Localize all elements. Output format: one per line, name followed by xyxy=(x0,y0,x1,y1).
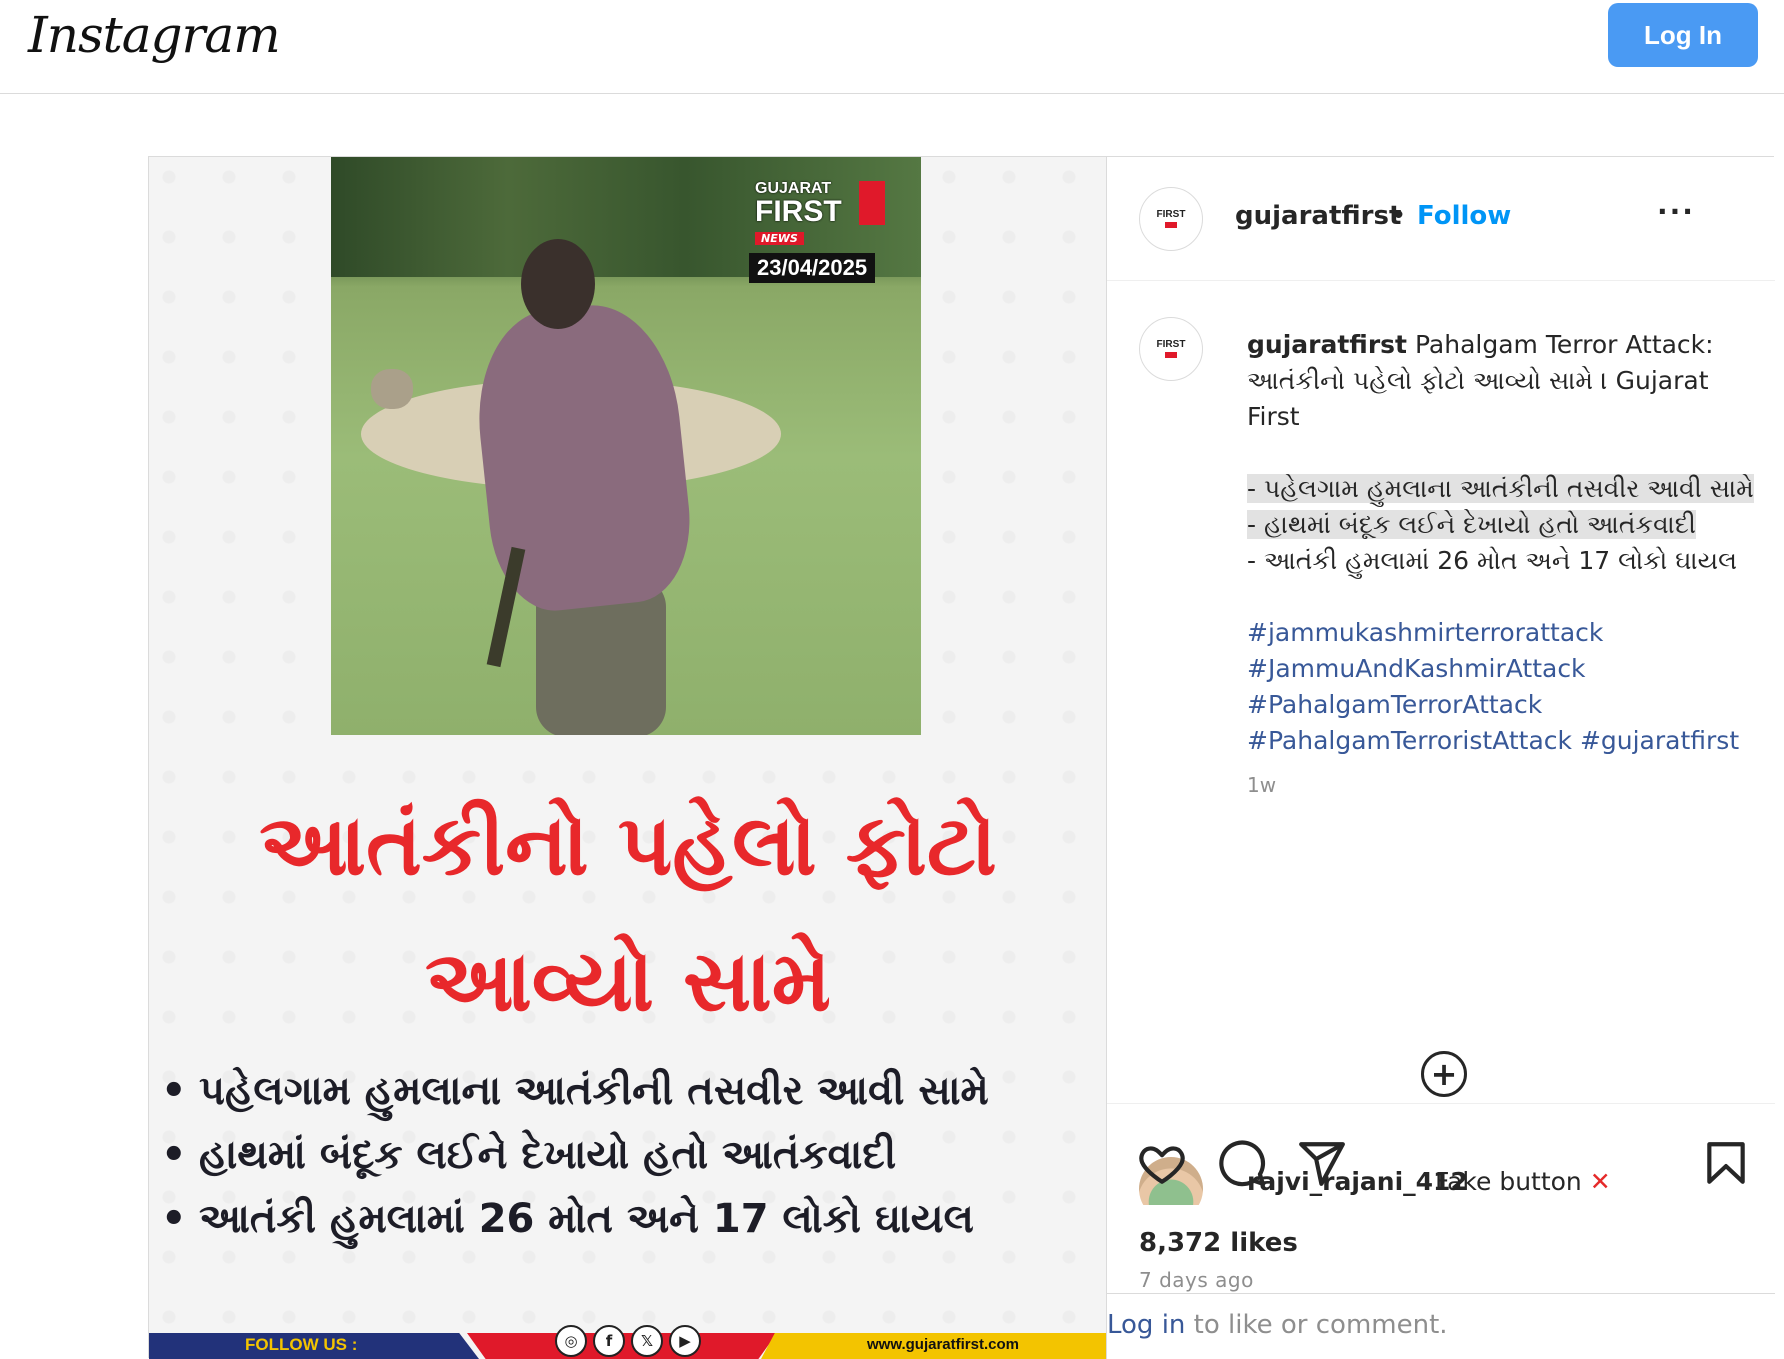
caption-area: FIRST gujaratfirst Pahalgam Terror Attack… xyxy=(1107,281,1775,1205)
avatar[interactable]: FIRST xyxy=(1139,187,1203,251)
add-icon[interactable]: + xyxy=(1421,1051,1467,1097)
heart-icon[interactable] xyxy=(1137,1138,1187,1188)
login-link[interactable]: Log in xyxy=(1107,1310,1185,1340)
photo-rock xyxy=(371,369,413,409)
headline-line-2: આવ્યો સામે xyxy=(424,932,832,1030)
post-photo: GUJARAT FIRST NEWS 23/04/2025 xyxy=(331,157,921,735)
photo-person-head xyxy=(521,239,595,329)
brand-logo: GUJARAT FIRST NEWS xyxy=(755,181,885,251)
caption-line: - આતંકી હુમલામાં 26 મોત અને 17 લોકો ઘાયલ xyxy=(1247,546,1737,575)
follow-button[interactable]: Follow xyxy=(1417,201,1511,231)
hashtag-link[interactable]: #jammukashmirterrorattack xyxy=(1247,615,1757,651)
post-side-panel: FIRST gujaratfirst • Follow ··· FIRST gu… xyxy=(1107,157,1775,1359)
instagram-logo[interactable]: Instagram xyxy=(28,6,281,64)
instagram-icon: ◎ xyxy=(555,1325,587,1357)
youtube-icon: ▶ xyxy=(669,1325,701,1357)
caption-line: - હાથમાં બંદૂક લઈને દેખાયો હતો આતંકવાદી xyxy=(1247,510,1696,539)
post-actions: 8,372 likes 7 days ago xyxy=(1107,1103,1775,1293)
caption-line: - પહેલગામ હુમલાના આતંકીની તસવીર આવી સામે xyxy=(1247,474,1754,503)
hashtag-list: #jammukashmirterrorattack #JammuAndKashm… xyxy=(1247,615,1757,759)
comment-icon[interactable] xyxy=(1217,1138,1267,1188)
more-icon[interactable]: ··· xyxy=(1651,195,1701,228)
media-footer-band: FOLLOW US : ◎ f 𝕏 ▶ www.gujaratfirst.com xyxy=(149,1325,1106,1359)
hashtag-link[interactable]: #PahalgamTerroristAttack xyxy=(1247,726,1572,755)
photo-person-body xyxy=(467,297,699,617)
caption-avatar[interactable]: FIRST xyxy=(1139,317,1203,381)
hashtag-link[interactable]: #gujaratfirst xyxy=(1580,726,1739,755)
bookmark-icon[interactable] xyxy=(1701,1138,1751,1188)
login-button[interactable]: Log In xyxy=(1608,3,1758,67)
login-prompt: Log in to like or comment. xyxy=(1107,1293,1775,1359)
separator-dot: • xyxy=(1391,201,1407,231)
media-bullet: આતંકી હુમલામાં 26 મોત અને 17 લોકો ઘાયલ xyxy=(159,1187,1105,1251)
caption: gujaratfirst Pahalgam Terror Attack: આતંક… xyxy=(1247,327,1757,803)
follow-us-label: FOLLOW US : xyxy=(245,1335,358,1354)
caption-time-ago: 1w xyxy=(1247,773,1277,797)
hashtag-link[interactable]: #JammuAndKashmirAttack xyxy=(1247,651,1757,687)
headline-line-1: આતંકીનો પહેલો ફોટો xyxy=(259,796,997,894)
facebook-icon: f xyxy=(593,1325,625,1357)
post-username[interactable]: gujaratfirst xyxy=(1235,201,1401,231)
avatar-brand-text: FIRST xyxy=(1156,209,1186,220)
x-icon: 𝕏 xyxy=(631,1325,663,1357)
avatar-brand-text: FIRST xyxy=(1156,339,1186,350)
media-bullet-list: પહેલગામ હુમલાના આતંકીની તસવીર આવી સામે હ… xyxy=(159,1059,1105,1251)
media-bullet: પહેલગામ હુમલાના આતંકીની તસવીર આવી સામે xyxy=(159,1059,1105,1123)
post-card: GUJARAT FIRST NEWS 23/04/2025 આતંકીનો પહ… xyxy=(148,156,1775,1359)
post-date: 7 days ago xyxy=(1139,1268,1254,1292)
brand-line-3: NEWS xyxy=(755,232,804,245)
likes-count[interactable]: 8,372 likes xyxy=(1139,1228,1298,1258)
post-header: FIRST gujaratfirst • Follow ··· xyxy=(1107,157,1775,281)
top-bar: Instagram Log In xyxy=(0,0,1784,94)
hashtag-link[interactable]: #PahalgamTerrorAttack xyxy=(1247,687,1757,723)
social-icons: ◎ f 𝕏 ▶ xyxy=(555,1325,701,1357)
avatar-flag-icon xyxy=(1165,222,1177,228)
brand-flag-icon xyxy=(859,181,885,225)
post-media: GUJARAT FIRST NEWS 23/04/2025 આતંકીનો પહ… xyxy=(149,157,1107,1359)
share-icon[interactable] xyxy=(1297,1138,1347,1188)
avatar-flag-icon xyxy=(1165,352,1177,358)
media-bullet: હાથમાં બંદૂક લઈને દેખાયો હતો આતંકવાદી xyxy=(159,1123,1105,1187)
caption-username[interactable]: gujaratfirst xyxy=(1247,330,1407,359)
date-chip: 23/04/2025 xyxy=(749,253,876,283)
login-prompt-text: to like or comment. xyxy=(1185,1310,1448,1340)
website-label: www.gujaratfirst.com xyxy=(867,1336,1019,1353)
